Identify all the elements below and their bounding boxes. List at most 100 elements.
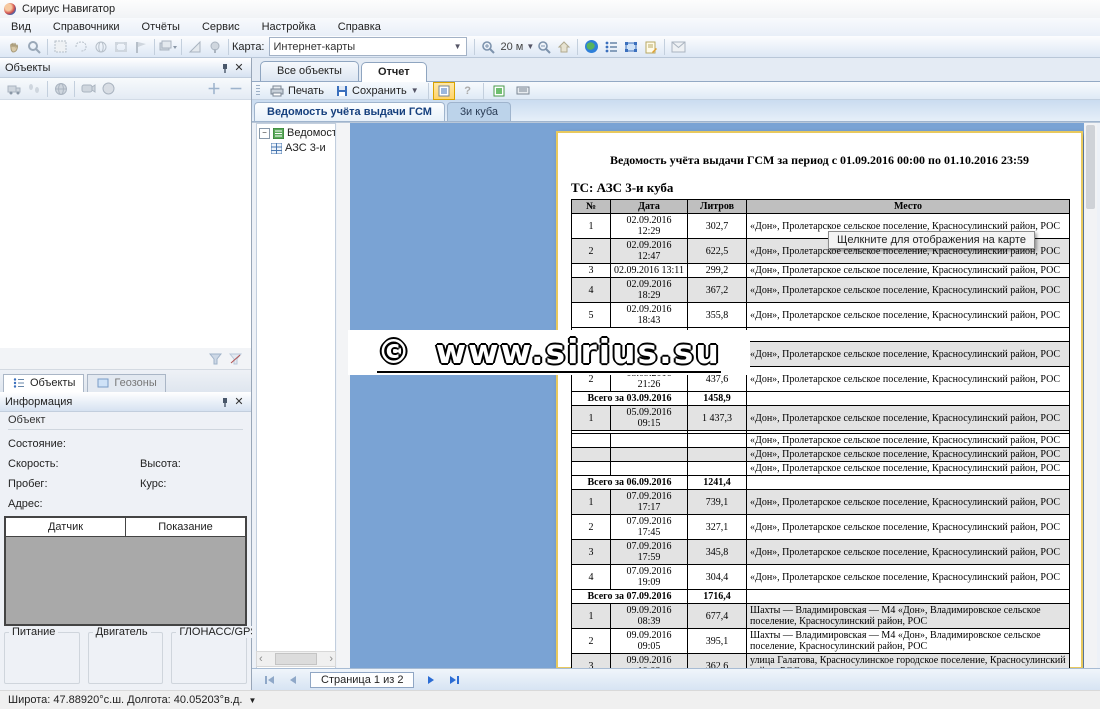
cell-liters[interactable]: 327,1 <box>688 515 747 540</box>
cell-date[interactable]: 09.09.2016 08:39 <box>611 604 688 629</box>
last-page-button[interactable] <box>444 671 464 688</box>
cell-num[interactable]: 3 <box>572 264 611 278</box>
cell-place[interactable]: «Дон», Пролетарское сельское поселение, … <box>747 448 1070 462</box>
cell-place[interactable]: «Дон», Пролетарское сельское поселение, … <box>747 406 1070 431</box>
filter-icon[interactable] <box>206 350 224 368</box>
flag-icon[interactable] <box>132 38 150 56</box>
zoom-window-icon[interactable] <box>25 38 43 56</box>
pan-hand-icon[interactable] <box>5 38 23 56</box>
select-lasso-icon[interactable] <box>72 38 90 56</box>
cell-liters[interactable]: 367,2 <box>688 278 747 303</box>
report-data-row[interactable]: «Дон», Пролетарское сельское поселение, … <box>572 448 1070 462</box>
cell-place[interactable]: улица Галатова, Красносулинское городско… <box>747 654 1070 670</box>
prev-page-button[interactable] <box>283 671 303 688</box>
cell-date[interactable] <box>611 434 688 448</box>
cell-num[interactable]: 1 <box>572 214 611 239</box>
cell-place[interactable]: «Дон», Пролетарское сельское поселение, … <box>747 565 1070 590</box>
add-object-icon[interactable]: ＋ <box>203 79 225 99</box>
zoom-out-icon[interactable] <box>535 38 553 56</box>
cell-num[interactable]: 1 <box>572 604 611 629</box>
cell-date[interactable]: 07.09.2016 17:45 <box>611 515 688 540</box>
report-data-row[interactable]: 207.09.2016 17:45327,1«Дон», Пролетарско… <box>572 515 1070 540</box>
scroll-left-icon[interactable]: ‹ <box>259 653 263 665</box>
cell-num[interactable]: 3 <box>572 654 611 670</box>
info-pin-icon[interactable] <box>218 395 232 409</box>
cell-date[interactable]: 02.09.2016 12:47 <box>611 239 688 264</box>
toggle-parameters-button[interactable] <box>433 82 455 100</box>
cell-liters[interactable] <box>688 462 747 476</box>
print-button[interactable]: Печать <box>264 84 330 98</box>
cell-date[interactable]: 07.09.2016 19:09 <box>611 565 688 590</box>
cell-place[interactable]: «Дон», Пролетарское сельское поселение, … <box>747 540 1070 565</box>
page-setup-button[interactable] <box>512 82 534 100</box>
viewer-vertical-scrollbar[interactable] <box>1084 123 1097 669</box>
show-on-map-icon[interactable] <box>52 80 70 98</box>
cell-date[interactable]: 07.09.2016 17:17 <box>611 490 688 515</box>
poi-icon[interactable] <box>206 38 224 56</box>
cell-num[interactable]: 1 <box>572 406 611 431</box>
cell-liters[interactable]: 355,8 <box>688 303 747 328</box>
cell-place[interactable]: «Дон», Пролетарское сельское поселение, … <box>747 434 1070 448</box>
report-data-row[interactable]: 402.09.2016 18:29367,2«Дон», Пролетарско… <box>572 278 1070 303</box>
select-rect-icon[interactable] <box>52 38 70 56</box>
cell-liters[interactable]: 362,6 <box>688 654 747 670</box>
notes-edit-icon[interactable] <box>642 38 660 56</box>
polygon-icon[interactable] <box>112 38 130 56</box>
cell-num[interactable]: 5 <box>572 303 611 328</box>
next-page-button[interactable] <box>421 671 441 688</box>
cell-liters[interactable] <box>688 434 747 448</box>
report-data-row[interactable]: «Дон», Пролетарское сельское поселение, … <box>572 462 1070 476</box>
cell-num[interactable]: 4 <box>572 565 611 590</box>
cell-date[interactable]: 09.09.2016 10:08 <box>611 654 688 670</box>
cell-place[interactable]: «Дон», Пролетарское сельское поселение, … <box>747 342 1070 367</box>
report-data-row[interactable]: 107.09.2016 17:17739,1«Дон», Пролетарско… <box>572 490 1070 515</box>
info-close-icon[interactable]: ✕ <box>232 395 246 409</box>
sphere-icon[interactable] <box>99 80 117 98</box>
report-data-row[interactable]: 307.09.2016 17:59345,8«Дон», Пролетарско… <box>572 540 1070 565</box>
cell-date[interactable]: 02.09.2016 18:29 <box>611 278 688 303</box>
track-icon[interactable] <box>25 80 43 98</box>
report-tree-child[interactable]: АЗС 3-и <box>271 142 335 154</box>
cell-liters[interactable]: 622,5 <box>688 239 747 264</box>
cell-place[interactable]: «Дон», Пролетарское сельское поселение, … <box>747 278 1070 303</box>
cell-liters[interactable]: 677,4 <box>688 604 747 629</box>
menu-settings[interactable]: Настройка <box>251 19 327 35</box>
tree-vertical-scrollbar[interactable] <box>337 123 351 669</box>
map-select[interactable]: Интернет-карты ▼ <box>269 37 467 56</box>
tab-report-vedomost[interactable]: Ведомость учёта выдачи ГСМ <box>254 102 445 121</box>
vehicle-icon[interactable] <box>5 80 23 98</box>
geozone-icon[interactable] <box>622 38 640 56</box>
layers-dropdown-icon[interactable] <box>159 38 177 56</box>
scale-value[interactable]: 20 м <box>498 41 527 53</box>
tree-horizontal-scrollbar[interactable]: ‹ › <box>256 651 336 667</box>
home-icon[interactable] <box>555 38 573 56</box>
objects-tree[interactable] <box>0 100 251 349</box>
filter-clear-icon[interactable] <box>226 350 244 368</box>
scrollbar-thumb[interactable] <box>275 653 317 665</box>
report-data-row[interactable]: 407.09.2016 19:09304,4«Дон», Пролетарско… <box>572 565 1070 590</box>
cell-num[interactable]: 1 <box>572 490 611 515</box>
close-icon[interactable]: ✕ <box>232 61 246 75</box>
cell-num[interactable]: 4 <box>572 278 611 303</box>
report-data-row[interactable]: 209.09.2016 09:05395,1Шахты — Владимиров… <box>572 629 1070 654</box>
cell-liters[interactable]: 304,4 <box>688 565 747 590</box>
save-button[interactable]: Сохранить ▼ <box>330 84 425 98</box>
cell-date[interactable] <box>611 462 688 476</box>
tab-objects[interactable]: Объекты <box>3 374 84 392</box>
cell-liters[interactable]: 395,1 <box>688 629 747 654</box>
cell-place[interactable]: «Дон», Пролетарское сельское поселение, … <box>747 462 1070 476</box>
menu-service[interactable]: Сервис <box>191 19 251 35</box>
report-data-row[interactable]: «Дон», Пролетарское сельское поселение, … <box>572 434 1070 448</box>
cell-date[interactable] <box>611 448 688 462</box>
globe-small-icon[interactable] <box>92 38 110 56</box>
cell-num[interactable] <box>572 462 611 476</box>
coords-format-chevron-icon[interactable]: ▼ <box>248 696 256 705</box>
tab-geozones[interactable]: Геозоны <box>87 374 165 392</box>
tab-report-kuba[interactable]: 3и куба <box>447 102 511 121</box>
cell-num[interactable]: 3 <box>572 540 611 565</box>
cell-num[interactable]: 2 <box>572 515 611 540</box>
menu-view[interactable]: Вид <box>0 19 42 35</box>
scale-chevron-icon[interactable]: ▼ <box>526 42 534 51</box>
ruler-icon[interactable] <box>186 38 204 56</box>
cell-liters[interactable]: 302,7 <box>688 214 747 239</box>
